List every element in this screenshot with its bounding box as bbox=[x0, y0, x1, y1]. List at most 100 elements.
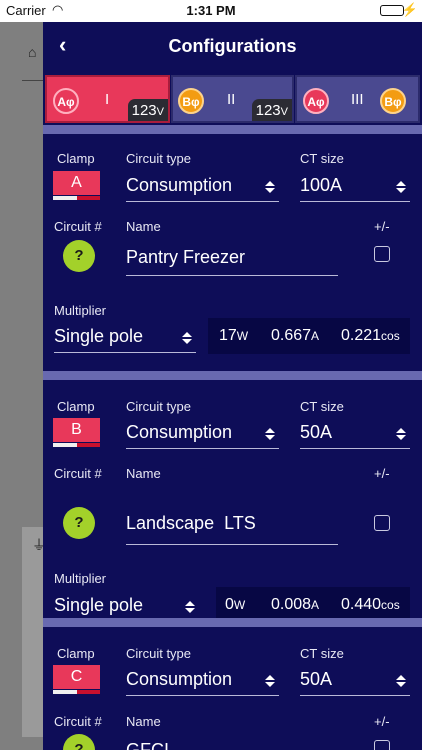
voltage-badge: 123V bbox=[251, 99, 292, 121]
multiplier-value: Single pole bbox=[54, 326, 144, 346]
sort-arrows-icon bbox=[396, 428, 406, 440]
ct-size-label: CT size bbox=[300, 399, 344, 414]
sort-arrows-icon bbox=[265, 675, 275, 687]
clamp-bar-red bbox=[77, 443, 100, 447]
tab-phase-1[interactable]: Aφ I 123V bbox=[45, 75, 170, 123]
circuit-number-label: Circuit # bbox=[54, 714, 102, 729]
plus-minus-label: +/- bbox=[374, 466, 390, 481]
background-card bbox=[22, 527, 43, 737]
status-bar: Carrier ◠ 1:31 PM ⚡ bbox=[0, 0, 422, 22]
phase-tabs: Aφ I 123V Bφ II 123V Aφ III Bφ bbox=[45, 75, 420, 123]
sort-arrows-icon bbox=[396, 675, 406, 687]
clamp-label: Clamp bbox=[57, 151, 95, 166]
watts-value: 17W bbox=[219, 327, 249, 344]
name-label: Name bbox=[126, 219, 161, 234]
sort-arrows-icon bbox=[182, 332, 192, 344]
sort-arrows-icon bbox=[396, 181, 406, 193]
clamp-bar-red bbox=[77, 690, 100, 694]
section-divider bbox=[43, 371, 422, 380]
ct-size-label: CT size bbox=[300, 646, 344, 661]
home-icon: ⌂ bbox=[28, 44, 37, 60]
phase-a-icon: Aφ bbox=[53, 88, 79, 114]
polarity-checkbox[interactable] bbox=[374, 246, 390, 262]
polarity-checkbox[interactable] bbox=[374, 515, 390, 531]
tab-phase-3[interactable]: Aφ III Bφ bbox=[295, 75, 420, 123]
circuit-card-a: Clamp Circuit type CT size A Consumption… bbox=[43, 134, 422, 371]
battery-icon bbox=[380, 5, 404, 16]
ct-size-value: 100A bbox=[300, 175, 343, 195]
circuit-number-label: Circuit # bbox=[54, 219, 102, 234]
section-divider bbox=[43, 618, 422, 627]
page-title: Configurations bbox=[168, 36, 297, 56]
circuit-type-label: Circuit type bbox=[126, 646, 192, 661]
power-factor-value: 0.221cos bbox=[341, 327, 400, 344]
name-input[interactable]: Landscape LTS bbox=[126, 505, 338, 545]
circuit-card-c: Clamp Circuit type CT size C Consumption… bbox=[43, 628, 422, 750]
clamp-bar-white bbox=[53, 443, 77, 447]
multiplier-label: Multiplier bbox=[54, 571, 107, 586]
tab-phase-1-label: I bbox=[105, 91, 110, 108]
circuit-type-label: Circuit type bbox=[126, 151, 192, 166]
sort-arrows-icon bbox=[265, 181, 275, 193]
clamp-badge[interactable]: B bbox=[53, 418, 100, 448]
name-value: Landscape LTS bbox=[126, 513, 256, 533]
clamp-letter: C bbox=[53, 665, 100, 689]
clamp-badge[interactable]: C bbox=[53, 665, 100, 695]
sort-arrows-icon bbox=[185, 601, 195, 613]
name-value: GFCI bbox=[126, 740, 169, 750]
ct-size-value: 50A bbox=[300, 669, 333, 689]
circuit-type-select[interactable]: Consumption bbox=[126, 664, 279, 696]
tab-phase-2[interactable]: Bφ II 123V bbox=[171, 75, 294, 123]
ct-size-label: CT size bbox=[300, 151, 344, 166]
clamp-label: Clamp bbox=[57, 399, 95, 414]
plus-minus-label: +/- bbox=[374, 219, 390, 234]
circuit-number-label: Circuit # bbox=[54, 466, 102, 481]
circuit-type-value: Consumption bbox=[126, 422, 233, 442]
section-divider bbox=[43, 125, 422, 134]
circuit-type-select[interactable]: Consumption bbox=[126, 417, 279, 449]
phase-b-icon: Bφ bbox=[178, 88, 204, 114]
configurations-panel: ‹ Configurations Aφ I 123V Bφ II 123V Aφ… bbox=[43, 22, 422, 750]
background-divider bbox=[22, 80, 43, 81]
watts-value: 0W bbox=[225, 596, 246, 613]
circuit-number-button[interactable]: ? bbox=[63, 734, 95, 750]
name-label: Name bbox=[126, 714, 161, 729]
circuit-card-b: Clamp Circuit type CT size B Consumption… bbox=[43, 381, 422, 623]
power-factor-value: 0.440cos bbox=[341, 596, 400, 613]
ct-size-select[interactable]: 50A bbox=[300, 417, 410, 449]
voltage-badge: 123V bbox=[127, 99, 168, 121]
name-input[interactable]: GFCI bbox=[126, 732, 338, 750]
charging-icon: ⚡ bbox=[401, 2, 418, 17]
circuit-number-button[interactable]: ? bbox=[63, 240, 95, 272]
clamp-badge[interactable]: A bbox=[53, 171, 100, 201]
phase-a-icon: Aφ bbox=[303, 88, 329, 114]
nav-bar: ‹ Configurations bbox=[43, 22, 422, 70]
polarity-checkbox[interactable] bbox=[374, 740, 390, 750]
phase-b-icon: Bφ bbox=[380, 88, 406, 114]
name-value: Pantry Freezer bbox=[126, 247, 246, 267]
amps-value: 0.667A bbox=[271, 327, 320, 344]
circuit-type-value: Consumption bbox=[126, 669, 233, 689]
circuit-type-select[interactable]: Consumption bbox=[126, 170, 279, 202]
circuit-number-button[interactable]: ? bbox=[63, 507, 95, 539]
multiplier-select[interactable]: Single pole bbox=[54, 321, 196, 353]
clamp-bar-white bbox=[53, 690, 77, 694]
plus-minus-label: +/- bbox=[374, 714, 390, 729]
circuit-type-label: Circuit type bbox=[126, 399, 192, 414]
ct-size-select[interactable]: 100A bbox=[300, 170, 410, 202]
clamp-bar-red bbox=[77, 196, 100, 200]
multiplier-label: Multiplier bbox=[54, 303, 107, 318]
multiplier-value: Single pole bbox=[54, 595, 144, 615]
sort-arrows-icon bbox=[265, 428, 275, 440]
name-label: Name bbox=[126, 466, 161, 481]
tab-phase-2-label: II bbox=[227, 91, 236, 108]
ct-size-select[interactable]: 50A bbox=[300, 664, 410, 696]
clock: 1:31 PM bbox=[186, 3, 236, 18]
clamp-letter: B bbox=[53, 418, 100, 442]
amps-value: 0.008A bbox=[271, 596, 320, 613]
clamp-bar-white bbox=[53, 196, 77, 200]
ct-size-value: 50A bbox=[300, 422, 333, 442]
name-input[interactable]: Pantry Freezer bbox=[126, 238, 338, 276]
power-readout: 17W 0.667A 0.221cos bbox=[208, 318, 410, 354]
tab-phase-3-label: III bbox=[351, 91, 364, 108]
